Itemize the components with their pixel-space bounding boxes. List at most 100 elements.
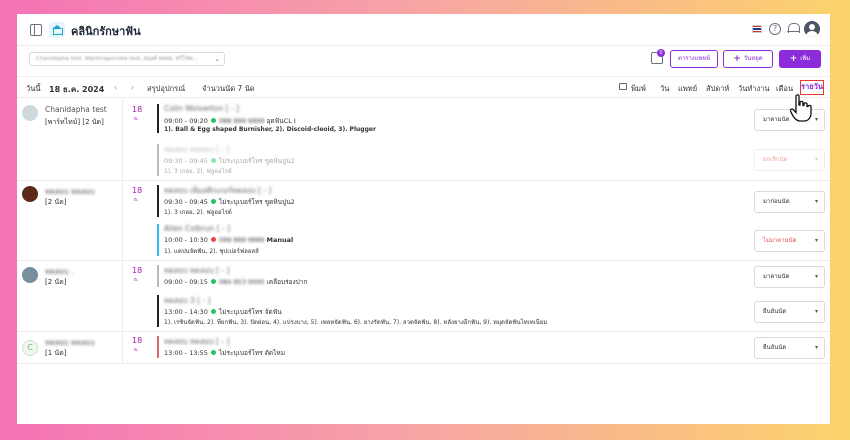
hand-cursor-icon [790,94,812,122]
appointment-card[interactable]: ทดสอบ เพิ่มสติกเกอร์ทดสอบ [ - ] 09:30 - … [157,185,717,217]
status-value: มาตามนัด [763,273,790,280]
patient-phone: 088 999 9999 [218,117,265,125]
equipment-list: 1). 3 เกลอ, 2). ฟลูออไรด์ [164,168,232,175]
chevron-down-icon: ⌄ [214,55,220,63]
view-doctor[interactable]: แพทย์ [678,83,697,95]
appointment-status-select[interactable]: ยืนยันนัด ▾ [754,337,825,359]
month-abbr: ธ. [134,116,139,122]
appointment-card[interactable]: Allen Colbrun [ - ] 10:00 - 10:30 099 999… [157,224,717,256]
sidebar-toggle-icon[interactable] [30,24,42,36]
appointment-card[interactable]: ทดสอบ ทดสอบ [ - ] 13:00 - 13:55 ไม่ระบุเบ… [157,336,717,358]
status-dot-icon [210,199,216,204]
notification-bell-icon[interactable] [787,23,800,34]
add-button[interactable]: + เพิ่ม [779,50,821,68]
clinic-logo-icon [49,22,65,38]
appointment-time-line: 09:30 - 09:45 ไม่ระบุเบอร์โทร ขูดหินปูน2 [164,197,717,207]
appointment-time-line: 13:00 - 13:55 ไม่ระบุเบอร์โทร ตัดไหม [164,348,717,358]
appointment-status-select[interactable]: ยกเลิกนัด ▾ [754,149,825,171]
appointment-time-line: 13:00 - 14:30 ไม่ระบุเบอร์โทร จัดฟัน [164,307,717,317]
doctor-schedule-button[interactable]: ตารางแพทย์ [670,50,718,68]
date-toolbar: วันนี้ 18 ธ.ค. 2024 ‹ › สรุปอุปกรณ์ จำนว… [17,76,830,98]
appointment-time: 09:00 - 09:15 [164,278,208,286]
appointment-card[interactable]: ทดสอบ 3 [ - ] 13:00 - 14:30 ไม่ระบุเบอร์โ… [157,295,717,327]
appointment-count: จำนวนนัด 7 นัด [202,84,255,93]
status-value: ยกเลิกนัด [763,156,788,163]
caret-down-icon: ▾ [814,308,818,315]
equipment-summary-link[interactable]: สรุปอุปกรณ์ [147,83,185,95]
help-icon[interactable]: ? [769,23,781,35]
next-date-icon[interactable]: › [131,83,134,92]
doctor-avatar: C [22,340,38,356]
appointment-card[interactable]: Colin Wolverton [ - ] 09:00 - 09:20 088 9… [157,104,717,133]
view-day[interactable]: วัน [660,83,669,95]
patient-phone: ไม่ระบุเบอร์โทร [218,349,263,357]
holiday-button[interactable]: + วันหยุด [723,50,773,68]
appointment-time-line: 09:00 - 09:20 088 999 9999 อุดฟันCL I [164,116,717,126]
today-button[interactable]: วันนี้ [26,83,40,95]
appointment-card[interactable]: ทดสอบ ทดสอบ [ - ] 09:00 - 09:15 084 953 0… [157,265,717,287]
status-dot-icon [210,279,216,284]
print-button[interactable]: พิมพ์ [631,83,646,95]
caret-down-icon: ▾ [814,344,818,351]
month-abbr: ธ. [134,277,139,283]
treatment-room: ตัดไหม [264,349,285,357]
prev-date-icon[interactable]: ‹ [114,83,117,92]
doctor-appointment-count: [1 นัด] [45,349,67,357]
treatment-room: ขูดหินปูน2 [264,157,295,165]
doctor-appointment-count: [2 นัด] [45,198,67,206]
treatment-room: Manual [266,236,294,244]
patient-name: Colin Wolverton [ - ] [164,104,239,113]
patient-name: ทดสอบ ทดสอบ [ - ] [164,145,230,154]
status-dot-icon [210,118,216,123]
equipment-list: 1). 3 เกลอ, 2). ฟลูออไรด์ [164,209,232,216]
caret-down-icon: ▾ [814,273,818,280]
printer-icon[interactable] [619,83,627,90]
status-dot-icon [210,237,216,242]
inbox-badge: 0 [657,49,665,57]
appointment-time: 13:00 - 13:55 [164,349,208,357]
patient-name: ทดสอบ ทดสอบ [ - ] [164,266,230,275]
patient-name: ทดสอบ 3 [ - ] [164,296,211,305]
appointment-time-line: 09:30 - 09:45 ไม่ระบุเบอร์โทร ขูดหินปูน2 [164,156,717,166]
appointment-time-line: 10:00 - 10:30 099 999 9999 Manual [164,236,717,246]
appointment-time-line: 09:00 - 09:15 084 953 0000 เคลือบร่องปาก [164,277,717,287]
caret-down-icon: ▾ [814,156,818,163]
caret-down-icon: ▾ [814,237,818,244]
user-avatar[interactable] [804,21,820,37]
doctor-avatar [22,105,38,121]
appointment-status-select[interactable]: ยืนยันนัด ▾ [754,301,825,323]
appointment-time: 10:00 - 10:30 [164,236,208,244]
doctor-row: C ทดสอบ ทดสอบ [1 นัด] 18 ธ. ทดสอบ ทดสอบ … [17,332,830,364]
plus-icon: + [789,54,798,64]
date-picker[interactable]: 18 ธ.ค. 2024 [49,83,104,96]
treatment-room: เคลือบร่องปาก [266,278,308,286]
doctor-appointment-count: [2 นัด] [45,278,67,286]
doctor-avatar [22,186,38,202]
view-workday[interactable]: วันทำงาน [738,83,770,95]
treatment-room: อุดฟันCL I [266,117,296,125]
status-dot-icon [210,158,216,163]
month-abbr: ธ. [134,197,139,203]
equipment-list: 1). Ball & Egg shaped Burnisher, 2). Dis… [164,126,376,133]
patient-name: ทดสอบ เพิ่มสติกเกอร์ทดสอบ [ - ] [164,186,272,195]
appointment-status-select[interactable]: มาตามนัด ▾ [754,266,825,288]
status-dot-icon [210,309,216,314]
view-daily-tab[interactable]: รายวัน [800,80,824,95]
add-button-label: เพิ่ม [800,55,811,62]
view-week[interactable]: สัปดาห์ [706,83,729,95]
doctor-row: ทดสอบ . [2 นัด] 18 ธ. ทดสอบ ทดสอบ [ - ] … [17,261,830,332]
doctor-name: Chanidapha test [45,105,107,114]
appointment-card[interactable]: ทดสอบ ทดสอบ [ - ] 09:30 - 09:45 ไม่ระบุเบ… [157,144,717,176]
patient-name: ทดสอบ ทดสอบ [ - ] [164,337,230,346]
appointment-time: 09:30 - 09:45 [164,198,208,206]
holiday-button-label: วันหยุด [743,55,763,62]
status-dot-icon [210,350,216,355]
thai-flag-icon[interactable] [752,25,762,33]
doctor-filter-select[interactable]: Chanidapha test, Wachirapornlee test, อน… [29,52,225,66]
equipment-list: 1). เรซินจัดฟัน, 2). ที่ยกฟัน, 3). ปัดฝอ… [164,319,548,326]
appointment-status-select[interactable]: มาก่อนนัด ▾ [754,191,825,213]
doctor-row: ทดสอบ ทดสอบ [2 นัด] 18 ธ. ทดสอบ เพิ่มสติ… [17,181,830,261]
caret-down-icon: ▾ [814,116,818,123]
appointment-status-select[interactable]: ไม่มาตามนัด ▾ [754,230,825,252]
month-abbr: ธ. [134,347,139,353]
